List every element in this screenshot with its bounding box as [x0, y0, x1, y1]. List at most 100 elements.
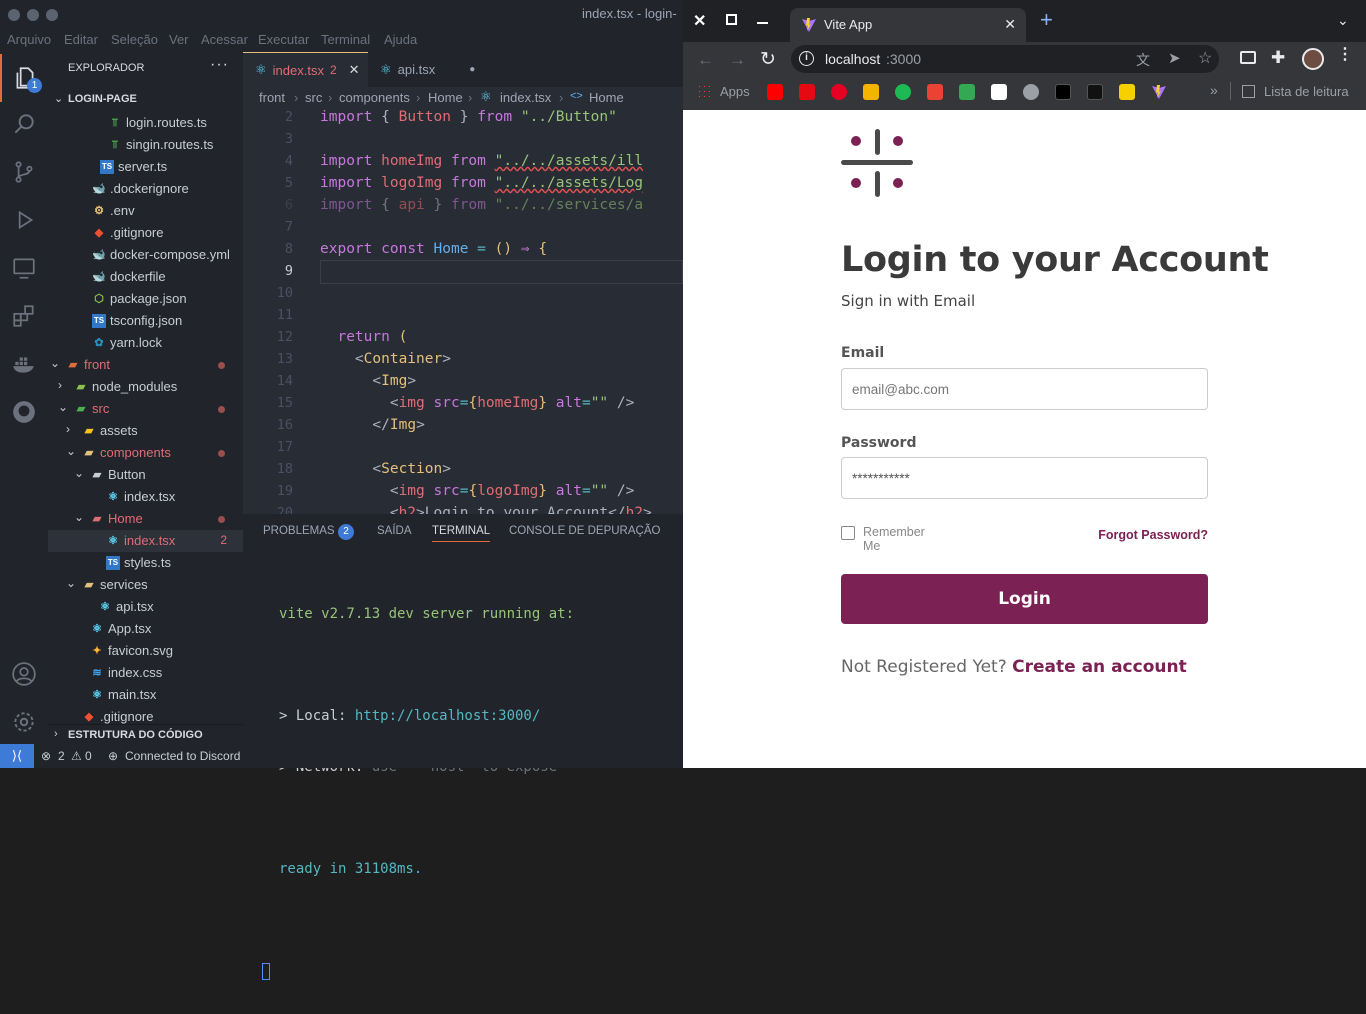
tree-item[interactable]: ⚛ api.tsx: [48, 596, 243, 618]
spotify-icon[interactable]: [895, 84, 911, 100]
menu-ver[interactable]: Ver: [169, 32, 189, 47]
extensions-puzzle-icon[interactable]: ✚: [1271, 48, 1285, 68]
new-tab-icon[interactable]: +: [1040, 9, 1053, 31]
tree-item[interactable]: ⌄ ▰ Button: [48, 464, 243, 486]
browser-menu-icon[interactable]: ⋮: [1337, 47, 1353, 63]
tree-item[interactable]: 🐋 .dockerignore: [48, 178, 243, 200]
vite-bookmark-icon[interactable]: [1151, 84, 1167, 100]
maximize-window-icon[interactable]: [726, 14, 737, 25]
tree-item[interactable]: ⚛ index.tsx: [48, 486, 243, 508]
youtube-icon[interactable]: [767, 84, 783, 100]
close-icon[interactable]: ✕: [349, 62, 360, 78]
code-editor[interactable]: 2 import { Button } from "../Button" 3 4i…: [243, 109, 683, 514]
window-close-dot[interactable]: [8, 9, 20, 21]
tree-item[interactable]: ✦ favicon.svg: [48, 640, 243, 662]
warnings-count[interactable]: 0: [85, 749, 92, 763]
reading-list-icon[interactable]: [1242, 85, 1255, 98]
tab-output[interactable]: SAÍDA: [377, 525, 412, 537]
media-icon[interactable]: [1240, 51, 1256, 64]
tab-api-tsx[interactable]: ⚛ api.tsx ●: [368, 52, 488, 87]
bookmark-yellow-icon[interactable]: [1119, 84, 1135, 100]
terminal-local-url[interactable]: http://localhost:3000/: [355, 708, 540, 724]
errors-icon[interactable]: ⊗: [41, 749, 51, 763]
more-actions-icon[interactable]: ···: [210, 56, 229, 74]
settings-gear-icon[interactable]: [0, 698, 48, 746]
menu-ajuda[interactable]: Ajuda: [384, 32, 417, 47]
tab-search-chevron-icon[interactable]: ⌄: [1337, 12, 1349, 29]
remember-me-label[interactable]: Remember Me: [863, 525, 925, 553]
github-icon[interactable]: [0, 388, 48, 436]
tree-item[interactable]: ⚛ index.tsx 2: [48, 530, 243, 552]
tree-item[interactable]: ⌄ ▰ src: [48, 398, 243, 420]
unsaved-dot-icon[interactable]: ●: [469, 64, 475, 75]
menu-editar[interactable]: Editar: [64, 32, 98, 47]
menu-selecao[interactable]: Seleção: [111, 32, 158, 47]
menu-terminal[interactable]: Terminal: [321, 32, 370, 47]
terminal-output[interactable]: vite v2.7.13 dev server running at: > Lo…: [262, 572, 574, 1014]
forgot-password-link[interactable]: Forgot Password?: [1098, 528, 1208, 542]
docker-icon[interactable]: [0, 340, 48, 388]
window-minimize-dot[interactable]: [27, 9, 39, 21]
explorer-activity-icon[interactable]: 1: [0, 54, 48, 102]
tree-item[interactable]: ⫪ singin.routes.ts: [48, 134, 243, 156]
tree-item[interactable]: ⌄ ▰ components: [48, 442, 243, 464]
email-field[interactable]: [841, 368, 1208, 410]
reload-icon[interactable]: ↻: [760, 48, 776, 71]
password-field[interactable]: [841, 457, 1208, 499]
tab-problems[interactable]: PROBLEMAS: [263, 525, 335, 537]
create-account-link[interactable]: Create an account: [1012, 657, 1187, 677]
google-photos-icon[interactable]: [863, 84, 879, 100]
tree-item[interactable]: ⌄ ▰ Home: [48, 508, 243, 530]
breadcrumb-item[interactable]: index.tsx: [500, 90, 551, 105]
forward-icon[interactable]: →: [729, 50, 746, 70]
tree-item[interactable]: ⌄ ▰ front: [48, 354, 243, 376]
bookmark-dark-icon[interactable]: [1055, 84, 1071, 100]
tree-item[interactable]: ⚙ .env: [48, 200, 243, 222]
bookmark-apps[interactable]: Apps: [720, 84, 750, 99]
breadcrumb-item[interactable]: src: [305, 90, 322, 105]
bookmark-l-icon[interactable]: [991, 84, 1007, 100]
tree-item[interactable]: ✿ yarn.lock: [48, 332, 243, 354]
site-info-icon[interactable]: i: [799, 51, 814, 66]
tree-item[interactable]: TS tsconfig.json: [48, 310, 243, 332]
tree-item[interactable]: ⫪ login.routes.ts: [48, 112, 243, 134]
extensions-icon[interactable]: [0, 292, 48, 340]
outline-section[interactable]: › ESTRUTURA DO CÓDIGO: [48, 724, 243, 744]
close-window-icon[interactable]: ✕: [693, 11, 706, 31]
remote-indicator-icon[interactable]: ⟩⟨: [0, 744, 34, 768]
more-bookmarks-icon[interactable]: »: [1210, 82, 1218, 98]
hackerrank-icon[interactable]: [1087, 84, 1103, 100]
window-maximize-dot[interactable]: [46, 9, 58, 21]
search-icon[interactable]: [0, 100, 48, 148]
tree-item[interactable]: 🐋 docker-compose.yml: [48, 244, 243, 266]
menu-arquivo[interactable]: Arquivo: [7, 32, 51, 47]
minimize-window-icon[interactable]: [757, 22, 768, 24]
tab-index-tsx[interactable]: ⚛ index.tsx 2 ✕: [243, 52, 368, 87]
tree-item[interactable]: ⌄ ▰ services: [48, 574, 243, 596]
account-icon[interactable]: [0, 650, 48, 698]
tab-vite-app[interactable]: Vite App ✕: [790, 8, 1026, 42]
bookmark-star-icon[interactable]: ☆: [1198, 48, 1212, 68]
source-control-icon[interactable]: [0, 148, 48, 196]
tree-item[interactable]: ⚛ main.tsx: [48, 684, 243, 706]
address-bar[interactable]: i localhost :3000 文 ➤ ☆: [791, 45, 1219, 73]
login-button[interactable]: Login: [841, 574, 1208, 624]
tree-item[interactable]: ◆ .gitignore: [48, 222, 243, 244]
menu-executar[interactable]: Executar: [258, 32, 309, 47]
netflix-icon[interactable]: [799, 84, 815, 100]
tree-item[interactable]: TS server.ts: [48, 156, 243, 178]
tree-item[interactable]: ⚛ App.tsx: [48, 618, 243, 640]
breadcrumb-item[interactable]: Home: [589, 90, 624, 105]
reading-list[interactable]: Lista de leitura: [1264, 84, 1349, 99]
send-icon[interactable]: ➤: [1168, 49, 1181, 67]
remote-explorer-icon[interactable]: [0, 244, 48, 292]
tree-item[interactable]: › ▰ node_modules: [48, 376, 243, 398]
tree-item[interactable]: ≋ index.css: [48, 662, 243, 684]
warning-icon[interactable]: ⚠: [71, 749, 82, 763]
back-icon[interactable]: ←: [697, 50, 714, 70]
github-bookmark-icon[interactable]: [1023, 84, 1039, 100]
breadcrumb-item[interactable]: components: [339, 90, 410, 105]
discord-status[interactable]: Connected to Discord: [125, 749, 240, 763]
profile-avatar[interactable]: [1302, 48, 1324, 70]
project-root[interactable]: ⌄ LOGIN-PAGE: [48, 90, 243, 110]
